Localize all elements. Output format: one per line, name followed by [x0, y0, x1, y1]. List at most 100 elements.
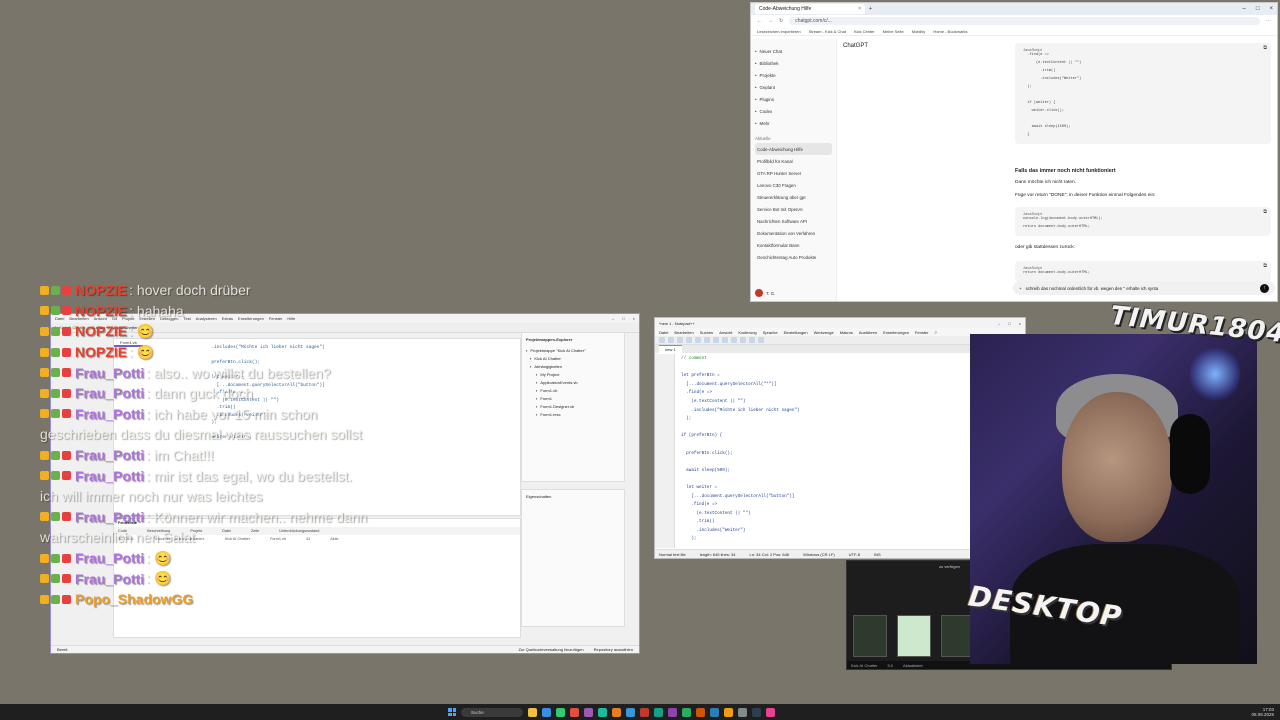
- bookmark-item[interactable]: Mobility: [912, 29, 926, 34]
- minimize-icon[interactable]: –: [1243, 6, 1246, 12]
- app-title[interactable]: ChatGPT: [843, 43, 868, 49]
- notepad-menu-item[interactable]: Datei: [659, 330, 668, 335]
- notepad-menu-item[interactable]: Einstellungen: [784, 330, 808, 335]
- taskbar-app-icon[interactable]: [640, 707, 649, 717]
- chat-history-item[interactable]: Steuererklärung über gpt: [755, 191, 832, 203]
- maximize-icon[interactable]: □: [1256, 6, 1260, 12]
- tool-icon[interactable]: [731, 337, 737, 343]
- explorer-node[interactable]: ▪ Form1.Designer.vb: [526, 402, 620, 410]
- repository-button[interactable]: Repository auswählen: [594, 647, 633, 652]
- explorer-node[interactable]: ▪ Abhängigkeiten: [526, 362, 620, 370]
- chat-history-item[interactable]: Kontaktformular Bann: [755, 239, 832, 251]
- browser-tab[interactable]: Code-Abweichung Hilfe ×: [755, 4, 865, 14]
- notepad-menu-item[interactable]: Erweiterungen: [883, 330, 909, 335]
- tool-icon[interactable]: [677, 337, 683, 343]
- explorer-node[interactable]: ▪ Projektmappe "Kick AI Chatter": [526, 346, 620, 354]
- minimize-icon[interactable]: –: [998, 321, 1000, 326]
- app-bar-item[interactable]: Aktualisiert: [903, 663, 923, 668]
- sidebar-item[interactable]: • Plugins: [755, 93, 832, 105]
- close-window-icon[interactable]: ×: [1269, 6, 1273, 12]
- close-window-icon[interactable]: ×: [1019, 321, 1021, 326]
- taskbar-app-icon[interactable]: [682, 707, 691, 717]
- taskbar-app-icon[interactable]: [570, 707, 579, 717]
- taskbar-app-icon[interactable]: [766, 707, 775, 717]
- chat-history-item[interactable]: Geschichtentag Auto Produkte: [755, 251, 832, 263]
- bookmark-item[interactable]: Meine Seite: [883, 29, 904, 34]
- tool-icon[interactable]: [740, 337, 746, 343]
- bookmark-item[interactable]: Lesezeichen importieren: [757, 29, 801, 34]
- reload-icon[interactable]: ↻: [779, 18, 783, 24]
- taskbar-app-icon[interactable]: [738, 707, 747, 717]
- explorer-node[interactable]: ▪ Form1: [526, 394, 620, 402]
- taskbar-app-icon[interactable]: [724, 707, 733, 717]
- notepad-menu-item[interactable]: Suchen: [700, 330, 714, 335]
- bookmark-item[interactable]: Home - Bookmarks: [933, 29, 967, 34]
- explorer-node[interactable]: ▪ Form1.vb: [526, 386, 620, 394]
- chat-history-item[interactable]: Code-Abweichung Hilfe: [755, 143, 832, 155]
- minimize-icon[interactable]: –: [612, 316, 614, 321]
- chat-history-item[interactable]: Dokumentation von Verfahren: [755, 227, 832, 239]
- notepad-menu-item[interactable]: Ansicht: [719, 330, 732, 335]
- notepad-menu-item[interactable]: Fenster: [915, 330, 929, 335]
- sidebar-item[interactable]: • Bibliothek: [755, 57, 832, 69]
- copy-icon[interactable]: ⧉: [1263, 263, 1267, 269]
- menu-icon[interactable]: ⋯: [1266, 18, 1271, 24]
- send-button[interactable]: ↑: [1260, 283, 1269, 293]
- explorer-node[interactable]: ▪ My Project: [526, 370, 620, 378]
- source-control-button[interactable]: Zur Quellcodeverwaltung hinzufügen: [518, 647, 583, 652]
- tool-icon[interactable]: [668, 337, 674, 343]
- taskbar-app-icon[interactable]: [542, 707, 551, 717]
- notepad-menu-item[interactable]: Kodierung: [738, 330, 756, 335]
- taskbar-app-icon[interactable]: [528, 707, 537, 717]
- window-thumbnail[interactable]: [853, 615, 887, 657]
- taskbar-app-icon[interactable]: [598, 707, 607, 717]
- explorer-node[interactable]: ▪ Kick AI Chatter: [526, 354, 620, 362]
- forward-icon[interactable]: →: [768, 18, 773, 24]
- start-icon[interactable]: [448, 708, 456, 716]
- taskbar-app-icon[interactable]: [556, 707, 565, 717]
- app-bar-item[interactable]: Kick AI Chatter: [851, 663, 877, 668]
- notepad-menu-item[interactable]: Sprache: [763, 330, 778, 335]
- maximize-icon[interactable]: □: [622, 316, 624, 321]
- chat-history-item[interactable]: Service Bot mit OpenAI: [755, 203, 832, 215]
- taskbar-app-icon[interactable]: [668, 707, 677, 717]
- chat-history-item[interactable]: GTA RP Hunter Server: [755, 167, 832, 179]
- url-field[interactable]: chatgpt.com/c/...: [789, 17, 1260, 25]
- taskbar-search[interactable]: Suche: [461, 707, 523, 717]
- message-composer[interactable]: + schreib das nochmal ordentlich für vb.…: [1013, 281, 1275, 295]
- taskbar-app-icon[interactable]: [654, 707, 663, 717]
- notepad-menu-item[interactable]: Bearbeiten: [674, 330, 693, 335]
- tool-icon[interactable]: [704, 337, 710, 343]
- sidebar-item[interactable]: • Neuer Chat: [755, 45, 832, 57]
- tool-icon[interactable]: [722, 337, 728, 343]
- notepad-editor[interactable]: // comment let preferBtn = [...document.q…: [655, 354, 969, 558]
- tool-icon[interactable]: [713, 337, 719, 343]
- chat-history-item[interactable]: Lenovo C30 Fragen: [755, 179, 832, 191]
- sidebar-item[interactable]: • Mehr: [755, 117, 832, 129]
- close-window-icon[interactable]: ×: [633, 316, 635, 321]
- window-thumbnail[interactable]: [897, 615, 931, 657]
- notepad-menu-item[interactable]: Makros: [840, 330, 853, 335]
- notepad-menu-item[interactable]: Ausführen: [859, 330, 877, 335]
- notepad-menu-item[interactable]: ?: [934, 330, 936, 335]
- taskbar-app-icon[interactable]: [626, 707, 635, 717]
- tool-icon[interactable]: [758, 337, 764, 343]
- new-tab-icon[interactable]: +: [869, 6, 872, 12]
- chat-history-item[interactable]: Nachrichten Software API: [755, 215, 832, 227]
- taskbar-app-icon[interactable]: [584, 707, 593, 717]
- explorer-node[interactable]: ▪ ApplicationEvents.vb: [526, 378, 620, 386]
- taskbar-app-icon[interactable]: [752, 707, 761, 717]
- copy-icon[interactable]: ⧉: [1263, 45, 1267, 51]
- tool-icon[interactable]: [686, 337, 692, 343]
- back-icon[interactable]: ←: [757, 18, 762, 24]
- notepad-menu-item[interactable]: Werkzeuge: [814, 330, 834, 335]
- tool-icon[interactable]: [749, 337, 755, 343]
- bookmark-item[interactable]: Kick Center: [854, 29, 875, 34]
- sidebar-item[interactable]: • Codex: [755, 105, 832, 117]
- system-clock[interactable]: 17:03 05.08.2025: [1251, 707, 1274, 717]
- bookmark-item[interactable]: Stream - Kick & Chat: [809, 29, 846, 34]
- tool-icon[interactable]: [695, 337, 701, 343]
- taskbar-app-icon[interactable]: [696, 707, 705, 717]
- taskbar-app-icon[interactable]: [710, 707, 719, 717]
- user-menu[interactable]: T. G.: [755, 289, 775, 297]
